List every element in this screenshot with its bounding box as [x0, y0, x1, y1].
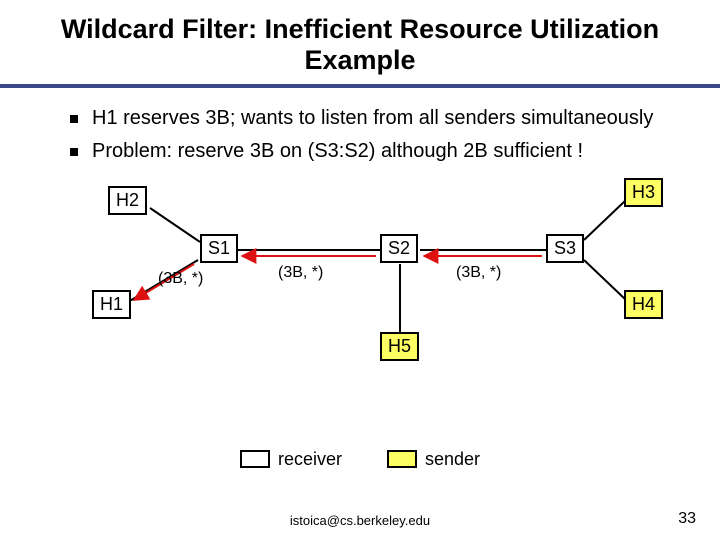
node-h5: H5 [380, 332, 419, 361]
bullet-marker [70, 148, 78, 156]
node-h1: H1 [92, 290, 131, 319]
node-s1: S1 [200, 234, 238, 263]
legend-label-receiver: receiver [278, 449, 342, 469]
legend-swatch-sender [387, 450, 417, 468]
network-diagram: H2 H3 H4 H1 H5 S1 S2 S3 (3B, *) (3B, *) … [0, 172, 720, 402]
bullet-item: H1 reserves 3B; wants to listen from all… [70, 106, 670, 131]
bullet-list: H1 reserves 3B; wants to listen from all… [70, 106, 670, 164]
edge-label-s1-s2: (3B, *) [278, 264, 323, 282]
edge-label-s1-h1: (3B, *) [158, 270, 203, 288]
page-title: Wildcard Filter: Inefficient Resource Ut… [40, 14, 680, 76]
node-s3: S3 [546, 234, 584, 263]
bullet-marker [70, 115, 78, 123]
node-s2: S2 [380, 234, 418, 263]
node-h4: H4 [624, 290, 663, 319]
node-h2: H2 [108, 186, 147, 215]
bullet-item: Problem: reserve 3B on (S3:S2) although … [70, 139, 670, 164]
legend: receiver sender [0, 448, 720, 470]
edge-label-s2-s3: (3B, *) [456, 264, 501, 282]
legend-label-sender: sender [425, 449, 480, 469]
bullet-text: Problem: reserve 3B on (S3:S2) although … [92, 139, 583, 164]
title-rule [0, 84, 720, 88]
bullet-text: H1 reserves 3B; wants to listen from all… [92, 106, 653, 131]
page-number: 33 [678, 510, 696, 528]
legend-swatch-receiver [240, 450, 270, 468]
node-h3: H3 [624, 178, 663, 207]
footer-text: istoica@cs.berkeley.edu [0, 513, 720, 528]
